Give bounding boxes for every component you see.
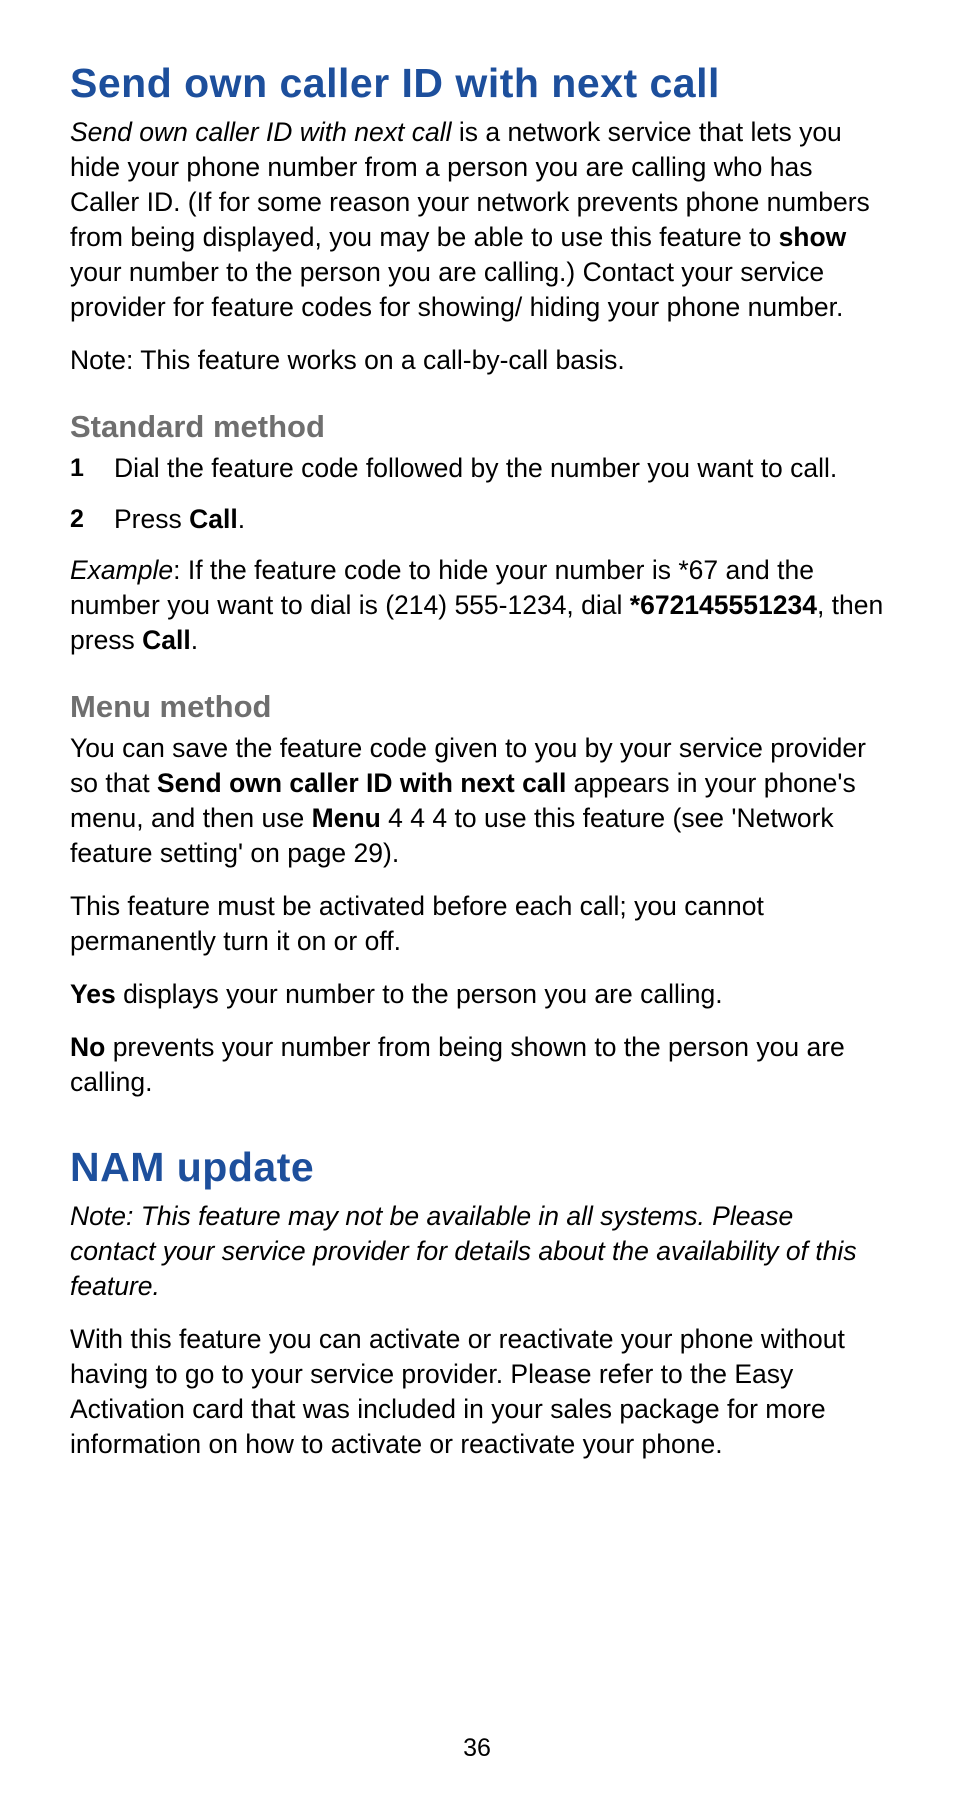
step-2: 2 Press Call. <box>70 502 884 537</box>
intro-lead: Send own caller ID with next call <box>70 117 451 147</box>
menu-p1-feature: Send own caller ID with next call <box>157 768 566 798</box>
step-number: 2 <box>70 503 84 536</box>
nam-note: Note: This feature may not be available … <box>70 1199 884 1304</box>
intro-show: show <box>779 222 847 252</box>
example-label: Example <box>70 555 173 585</box>
example-text-3: . <box>191 625 198 655</box>
section-heading-send-caller-id: Send own caller ID with next call <box>70 60 884 107</box>
intro-text-2: your number to the person you are callin… <box>70 257 843 322</box>
steps-list: 1 Dial the feature code followed by the … <box>70 451 884 537</box>
intro-paragraph: Send own caller ID with next call is a n… <box>70 115 884 325</box>
yes-paragraph: Yes displays your number to the person y… <box>70 977 884 1012</box>
example-dial: *672145551234 <box>630 590 817 620</box>
no-text: prevents your number from being shown to… <box>70 1032 845 1097</box>
section-heading-nam-update: NAM update <box>70 1144 884 1191</box>
feature-note: Note: This feature works on a call-by-ca… <box>70 343 884 378</box>
step-text: Dial the feature code followed by the nu… <box>114 453 837 483</box>
yes-text: displays your number to the person you a… <box>116 979 723 1009</box>
document-page: Send own caller ID with next call Send o… <box>0 0 954 1803</box>
step-number: 1 <box>70 452 84 485</box>
menu-p1-menu: Menu <box>312 803 381 833</box>
yes-label: Yes <box>70 979 116 1009</box>
example-paragraph: Example: If the feature code to hide you… <box>70 553 884 658</box>
subheading-menu-method: Menu method <box>70 688 884 725</box>
step-1: 1 Dial the feature code followed by the … <box>70 451 884 486</box>
page-number: 36 <box>0 1734 954 1763</box>
example-call: Call <box>142 625 191 655</box>
step-call: Call <box>189 504 238 534</box>
no-label: No <box>70 1032 105 1062</box>
no-paragraph: No prevents your number from being shown… <box>70 1030 884 1100</box>
nam-body: With this feature you can activate or re… <box>70 1322 884 1462</box>
subheading-standard-method: Standard method <box>70 408 884 445</box>
menu-paragraph-2: This feature must be activated before ea… <box>70 889 884 959</box>
step-text-post: . <box>238 504 245 534</box>
step-text-pre: Press <box>114 504 189 534</box>
menu-paragraph-1: You can save the feature code given to y… <box>70 731 884 871</box>
